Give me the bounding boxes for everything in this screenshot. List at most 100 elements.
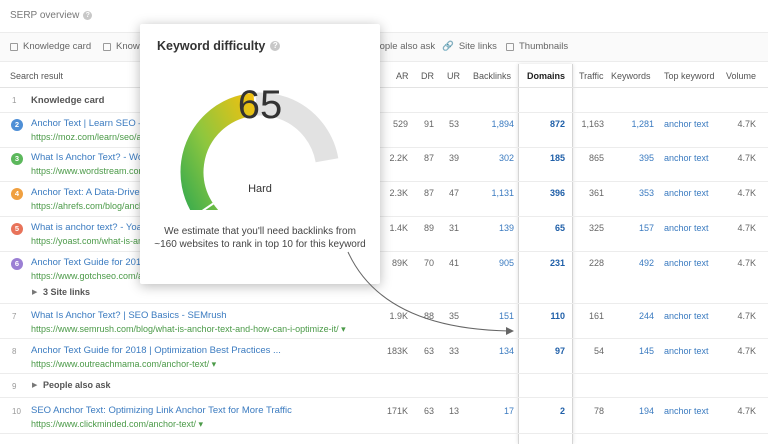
table-row: 5 What is anchor text? - Yoast https://y… [0,217,768,252]
table-row: 2 Anchor Text | Learn SEO – Moz https://… [0,113,768,148]
help-icon[interactable]: ? [270,41,281,51]
cell-top-keyword[interactable]: anchor text [664,153,709,163]
link-icon: 🔗 [442,41,454,52]
popup-title-text: Keyword difficulty [157,39,266,53]
cell-keywords[interactable]: 395 [614,153,654,163]
cell-ur: 39 [448,153,459,163]
cell-top-keyword[interactable]: anchor text [664,119,709,129]
cell-keywords[interactable]: 244 [614,311,654,321]
table-row: 6 Anchor Text Guide for 2018 https://www… [0,252,768,282]
result-title-link[interactable]: What Is Anchor Text? | SEO Basics - SEMr… [31,310,227,321]
filter-knowledge-card[interactable]: Knowledge card [10,41,91,52]
cell-ur: 35 [448,311,459,321]
cell-top-keyword[interactable]: anchor text [664,311,709,321]
cell-traffic: 54 [593,346,604,356]
cell-top-keyword[interactable]: anchor text [664,346,709,356]
cell-backlinks[interactable]: 905 [474,258,514,268]
row-number: 7 [12,312,17,321]
cell-traffic: 78 [593,406,604,416]
keyword-difficulty-popup: Keyword difficulty ? 65 Hard We estimate… [140,24,380,284]
cell-ur: 47 [448,188,459,198]
cell-domains[interactable]: 97 [525,346,565,356]
cell-backlinks[interactable]: 139 [474,223,514,233]
card-icon [10,42,18,51]
col-ur[interactable]: UR [447,71,460,81]
cell-ur: 41 [448,258,459,268]
table-row: 4 Anchor Text: A Data-Driven Guide https… [0,182,768,217]
col-top-keyword[interactable]: Top keyword [664,71,715,81]
cell-top-keyword[interactable]: anchor text [664,188,709,198]
cell-backlinks[interactable]: 302 [474,153,514,163]
cell-keywords[interactable]: 1,281 [614,119,654,129]
help-icon[interactable]: ? [83,11,93,20]
cell-traffic: 325 [588,223,604,233]
table-row: 10 SEO Anchor Text: Optimizing Link Anch… [0,398,768,434]
cell-ur: 31 [448,223,459,233]
col-ar[interactable]: AR [396,71,409,81]
filter-site-links[interactable]: 🔗 Site links [442,41,497,52]
cell-traffic: 228 [588,258,604,268]
people-also-ask-row[interactable]: 9 ▶ People also ask [0,374,768,398]
table-row: 1 Knowledge card [0,89,768,113]
site-links-row[interactable]: ▶ 3 Site links [0,282,768,304]
col-volume[interactable]: Volume [726,71,756,81]
cell-top-keyword[interactable]: anchor text [664,223,709,233]
cell-keywords[interactable]: 492 [614,258,654,268]
cell-volume: 4.7K [737,311,756,321]
cell-keywords[interactable]: 157 [614,223,654,233]
cell-domains[interactable]: 396 [525,188,565,198]
filter-label: Thumbnails [519,41,569,52]
filter-label: Knowledge card [23,41,92,52]
image-icon [506,42,514,51]
cell-backlinks[interactable]: 134 [474,346,514,356]
cell-keywords[interactable]: 353 [614,188,654,198]
cell-backlinks[interactable]: 17 [474,406,514,416]
row-number: 1 [12,96,17,105]
cell-domains[interactable]: 185 [525,153,565,163]
table-row: 7 What Is Anchor Text? | SEO Basics - SE… [0,304,768,339]
table-row: 8 Anchor Text Guide for 2018 | Optimizat… [0,339,768,374]
result-url-link[interactable]: https://www.outreachmama.com/anchor-text… [31,359,216,370]
result-title-link[interactable]: What is anchor text? - Yoast [31,222,149,233]
expand-triangle-icon[interactable]: ▶ [32,381,37,389]
filter-thumbnails[interactable]: Thumbnails [506,41,568,52]
result-title-link[interactable]: Anchor Text Guide for 2018 | Optimizatio… [31,345,281,356]
cell-volume: 4.7K [737,346,756,356]
col-backlinks[interactable]: Backlinks [473,71,511,81]
cell-ur: 53 [448,119,459,129]
cell-traffic: 161 [588,311,604,321]
result-title-link[interactable]: Anchor Text Guide for 2018 [31,257,146,268]
result-title-link[interactable]: SEO Anchor Text: Optimizing Link Anchor … [31,405,292,416]
table-header: Search result AR DR UR Backlinks Domains… [0,64,768,88]
cell-top-keyword[interactable]: anchor text [664,406,709,416]
card-icon [103,42,111,51]
expand-triangle-icon[interactable]: ▶ [32,288,37,296]
people-also-ask-label[interactable]: People also ask [43,380,111,390]
position-badge: 2 [11,119,23,131]
cell-domains[interactable]: 65 [525,223,565,233]
col-traffic[interactable]: Traffic [579,71,604,81]
cell-backlinks[interactable]: 1,894 [474,119,514,129]
difficulty-score: 65 [237,83,283,127]
site-links-label[interactable]: 3 Site links [43,287,90,297]
position-badge: 6 [11,258,23,270]
row-number: 8 [12,347,17,356]
col-dr[interactable]: DR [421,71,434,81]
col-keywords[interactable]: Keywords [611,71,651,81]
cell-domains[interactable]: 231 [525,258,565,268]
cell-domains[interactable]: 110 [525,311,565,321]
cell-backlinks[interactable]: 151 [474,311,514,321]
cell-domains[interactable]: 872 [525,119,565,129]
cell-keywords[interactable]: 145 [614,346,654,356]
cell-domains[interactable]: 2 [525,406,565,416]
cell-backlinks[interactable]: 1,131 [474,188,514,198]
result-url-link[interactable]: https://www.clickminded.com/anchor-text/… [31,419,203,430]
result-url-link[interactable]: https://www.semrush.com/blog/what-is-anc… [31,324,346,335]
col-search-result[interactable]: Search result [10,71,63,81]
row-number: 10 [12,407,21,416]
cell-top-keyword[interactable]: anchor text [664,258,709,268]
cell-ur: 13 [448,406,459,416]
cell-keywords[interactable]: 194 [614,406,654,416]
row-number: 9 [12,382,17,391]
col-domains[interactable]: Domains [527,71,565,81]
